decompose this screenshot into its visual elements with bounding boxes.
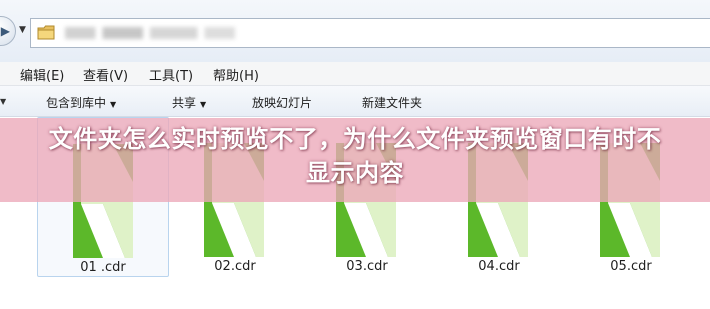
forward-button[interactable]: ▶: [0, 16, 16, 46]
forward-arrow-icon: ▶: [0, 24, 10, 38]
banner-title: 文件夹怎么实时预览不了，为什么文件夹预览窗口有时不显示内容: [48, 125, 662, 187]
command-toolbar: ▼ 包含到库中 ▼ 共享 ▼ 放映幻灯片 新建文件夹: [0, 86, 710, 117]
menu-help[interactable]: 帮助(H): [213, 65, 259, 84]
file-name: 02.cdr: [214, 259, 256, 274]
new-folder-button[interactable]: 新建文件夹: [362, 94, 422, 111]
menu-edit[interactable]: 编辑(E): [20, 65, 64, 84]
file-name: 05.cdr: [610, 259, 652, 274]
address-field[interactable]: [30, 18, 710, 48]
folder-icon: [37, 25, 55, 40]
title-banner: 文件夹怎么实时预览不了，为什么文件夹预览窗口有时不显示内容: [0, 118, 710, 202]
menu-bar: 编辑(E) 查看(V) 工具(T) 帮助(H): [0, 62, 710, 86]
share-button[interactable]: 共享 ▼: [172, 94, 206, 111]
share-label: 共享: [172, 96, 197, 110]
menu-tools[interactable]: 工具(T): [149, 65, 193, 84]
include-in-library-button[interactable]: 包含到库中 ▼: [46, 94, 116, 111]
include-in-library-label: 包含到库中: [46, 96, 107, 110]
chevron-down-icon[interactable]: ▼: [19, 25, 26, 35]
menu-view[interactable]: 查看(V): [83, 65, 128, 84]
organize-caret-icon[interactable]: ▼: [0, 97, 6, 106]
address-path: [65, 27, 235, 39]
chevron-down-icon: ▼: [200, 100, 207, 109]
file-name: 01 .cdr: [80, 260, 126, 275]
file-name: 04.cdr: [478, 259, 520, 274]
slideshow-button[interactable]: 放映幻灯片: [252, 94, 312, 111]
chevron-down-icon: ▼: [110, 100, 117, 109]
address-bar-row: ▶ ▼: [0, 0, 710, 63]
file-name: 03.cdr: [346, 259, 388, 274]
